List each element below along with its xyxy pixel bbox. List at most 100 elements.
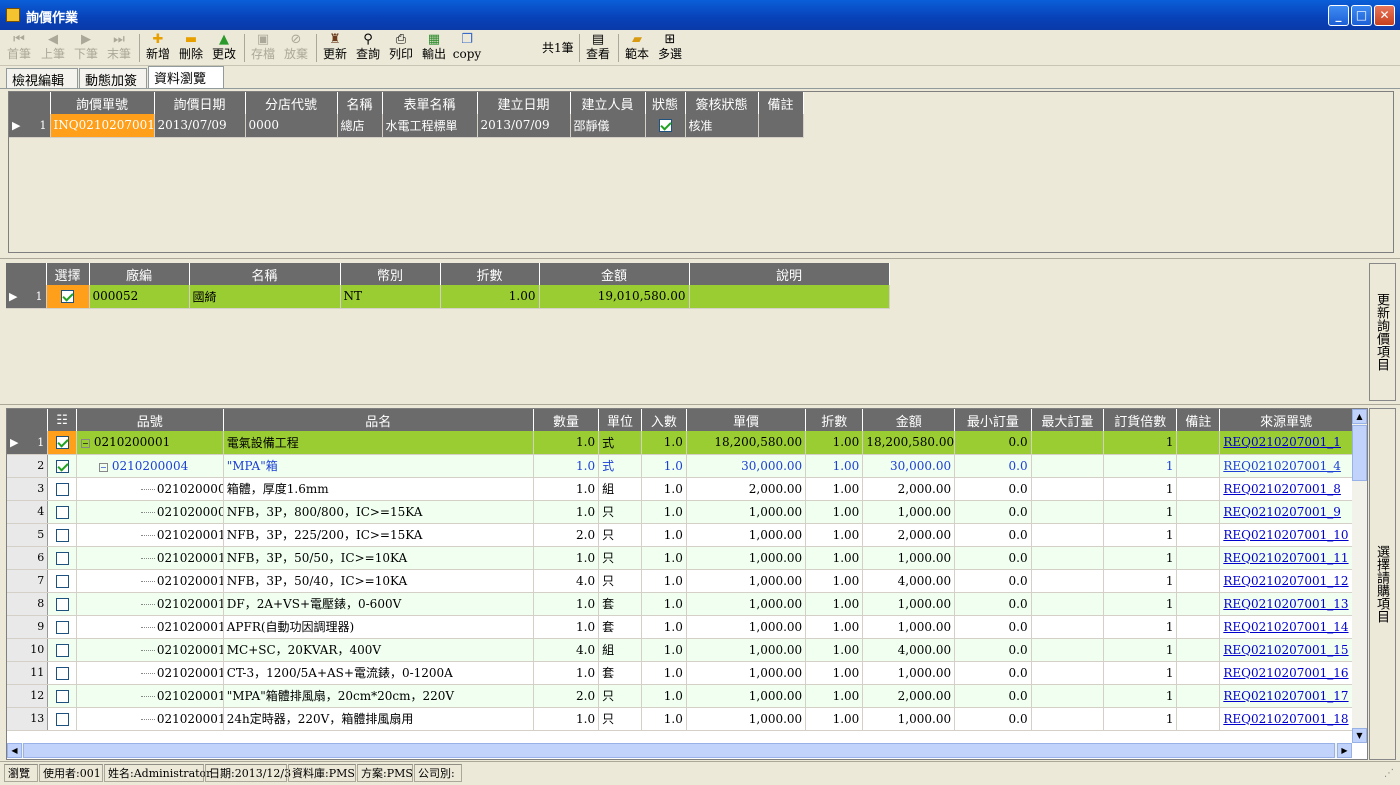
cell-select[interactable] xyxy=(47,684,77,708)
cell-unit[interactable]: 套 xyxy=(598,592,642,616)
cell-source[interactable]: REQ0210207001_18 xyxy=(1219,707,1353,731)
cell-item-code[interactable]: 0210200008 xyxy=(76,477,224,501)
cell-inquiry-date[interactable]: 2013/07/09 xyxy=(154,114,246,138)
cell-qty[interactable]: 2.0 xyxy=(533,684,600,708)
cell-select[interactable] xyxy=(47,431,77,455)
cell-discount[interactable]: 1.00 xyxy=(805,615,864,639)
cell-item-name[interactable]: 24h定時器，220V，箱體排風扇用 xyxy=(223,707,534,731)
cell-amount[interactable]: 1,000.00 xyxy=(862,615,956,639)
cell-unit[interactable]: 只 xyxy=(598,684,642,708)
tab-view-edit[interactable]: 檢視編輯 xyxy=(6,68,78,89)
cell-pack[interactable]: 1.0 xyxy=(641,546,687,570)
cell-pack[interactable]: 1.0 xyxy=(641,477,687,501)
row-header[interactable]: 13 xyxy=(7,707,49,731)
row-header[interactable]: ▶ 1 xyxy=(6,285,47,309)
minimize-button[interactable]: _ xyxy=(1328,5,1349,26)
cell-max[interactable] xyxy=(1031,707,1105,731)
cell-item-name[interactable]: CT-3，1200/5A+AS+電流錶，0-1200A xyxy=(223,661,534,685)
cell-discount[interactable]: 1.00 xyxy=(805,569,864,593)
col-pack[interactable]: 入數 xyxy=(641,409,687,431)
cell-source[interactable]: REQ0210207001_10 xyxy=(1219,523,1353,547)
cell-max[interactable] xyxy=(1031,431,1105,455)
cell-item-name[interactable]: NFB，3P，50/50，IC>=10KA xyxy=(223,546,534,570)
cell-amount[interactable]: 18,200,580.00 xyxy=(862,431,956,455)
cell-remark[interactable] xyxy=(1176,638,1221,662)
col-qty[interactable]: 數量 xyxy=(533,409,600,431)
cell-mult[interactable]: 1 xyxy=(1103,592,1178,616)
cell-price[interactable]: 1,000.00 xyxy=(686,592,807,616)
refresh-button[interactable]: ♜ 更新 xyxy=(320,32,350,64)
cell-max[interactable] xyxy=(1031,546,1105,570)
col-vendor-code[interactable]: 廠編 xyxy=(89,263,190,285)
next-record-button[interactable]: ▶ 下筆 xyxy=(71,32,101,64)
cell-qty[interactable]: 1.0 xyxy=(533,477,600,501)
cell-remark[interactable] xyxy=(1176,477,1221,501)
col-max-qty[interactable]: 最大訂量 xyxy=(1031,409,1105,431)
cell-discount[interactable]: 1.00 xyxy=(805,684,864,708)
h-scroll-thumb[interactable] xyxy=(23,743,1335,758)
prev-record-button[interactable]: ◀ 上筆 xyxy=(38,32,68,64)
cell-pack[interactable]: 1.0 xyxy=(641,569,687,593)
cell-max[interactable] xyxy=(1031,454,1105,478)
table-row[interactable]: ▶ 1 INQ0210207001 2013/07/09 0000 總店 水電工程… xyxy=(9,114,804,138)
cell-source[interactable]: REQ0210207001_12 xyxy=(1219,569,1353,593)
table-row[interactable]: 12 0210200017"MPA"箱體排風扇，20cm*20cm，220V2.0… xyxy=(7,684,1353,708)
cell-pack[interactable]: 1.0 xyxy=(641,592,687,616)
cell-item-name[interactable]: NFB，3P，50/40，IC>=10KA xyxy=(223,569,534,593)
row-header[interactable]: ▶ 1 xyxy=(9,114,51,138)
cell-amount[interactable]: 2,000.00 xyxy=(862,523,956,547)
row-header[interactable]: 11 xyxy=(7,661,49,685)
select-request-items-button[interactable]: 選擇請購項目 xyxy=(1369,408,1396,760)
cell-mult[interactable]: 1 xyxy=(1103,615,1178,639)
add-button[interactable]: ✚ 新增 xyxy=(143,32,173,64)
cell-price[interactable]: 1,000.00 xyxy=(686,638,807,662)
row-header[interactable]: 6 xyxy=(7,546,49,570)
cell-amount[interactable]: 1,000.00 xyxy=(862,592,956,616)
cell-min[interactable]: 0.0 xyxy=(954,615,1032,639)
cell-max[interactable] xyxy=(1031,661,1105,685)
cell-amount[interactable]: 1,000.00 xyxy=(862,707,956,731)
tab-data-browse[interactable]: 資料瀏覽 xyxy=(148,66,224,88)
cell-discount[interactable]: 1.00 xyxy=(805,546,864,570)
cell-min[interactable]: 0.0 xyxy=(954,707,1032,731)
horizontal-scrollbar[interactable]: ◀ ▶ xyxy=(7,743,1352,758)
item-checkbox[interactable] xyxy=(55,666,69,680)
cell-remark[interactable] xyxy=(1176,523,1221,547)
cell-qty[interactable]: 4.0 xyxy=(533,638,600,662)
col-created-date[interactable]: 建立日期 xyxy=(477,92,571,114)
item-checkbox[interactable] xyxy=(55,574,69,588)
cell-unit[interactable]: 式 xyxy=(598,454,642,478)
cell-vendor-code[interactable]: 000052 xyxy=(89,285,190,309)
cell-max[interactable] xyxy=(1031,523,1105,547)
cell-price[interactable]: 18,200,580.00 xyxy=(686,431,807,455)
cell-item-code[interactable]: 0210200015 xyxy=(76,638,224,662)
item-checkbox[interactable] xyxy=(55,620,69,634)
col-amount[interactable]: 金額 xyxy=(539,263,690,285)
cell-source[interactable]: REQ0210207001_14 xyxy=(1219,615,1353,639)
query-button[interactable]: ⚲ 查詢 xyxy=(353,32,383,64)
cell-select[interactable] xyxy=(47,546,77,570)
col-vendor-name[interactable]: 名稱 xyxy=(189,263,341,285)
cell-unit[interactable]: 套 xyxy=(598,661,642,685)
cell-qty[interactable]: 1.0 xyxy=(533,707,600,731)
cell-pack[interactable]: 1.0 xyxy=(641,661,687,685)
cell-remark[interactable] xyxy=(1176,454,1221,478)
item-checkbox[interactable] xyxy=(55,551,69,565)
cell-select[interactable] xyxy=(47,477,77,501)
discard-button[interactable]: ⊘ 放棄 xyxy=(281,32,311,64)
cell-status[interactable] xyxy=(645,114,686,138)
cell-select[interactable] xyxy=(47,638,77,662)
table-row[interactable]: 70210200012NFB，3P，50/40，IC>=10KA4.0只1.01… xyxy=(7,569,1353,593)
cell-item-code[interactable]: 0210200013 xyxy=(76,592,224,616)
cell-item-name[interactable]: NFB，3P，225/200，IC>=15KA xyxy=(223,523,534,547)
cell-item-code[interactable]: −0210200001 xyxy=(76,431,224,455)
cell-pack[interactable]: 1.0 xyxy=(641,615,687,639)
cell-discount[interactable]: 1.00 xyxy=(805,454,864,478)
col-order-multiple[interactable]: 訂貨倍數 xyxy=(1103,409,1178,431)
cell-remark[interactable] xyxy=(1176,546,1221,570)
tree-collapse-icon[interactable]: − xyxy=(80,439,90,449)
maximize-button[interactable]: □ xyxy=(1351,5,1372,26)
cell-source[interactable]: REQ0210207001_16 xyxy=(1219,661,1353,685)
col-inquiry-date[interactable]: 詢價日期 xyxy=(154,92,246,114)
cell-item-code[interactable]: −0210200004 xyxy=(76,454,224,478)
